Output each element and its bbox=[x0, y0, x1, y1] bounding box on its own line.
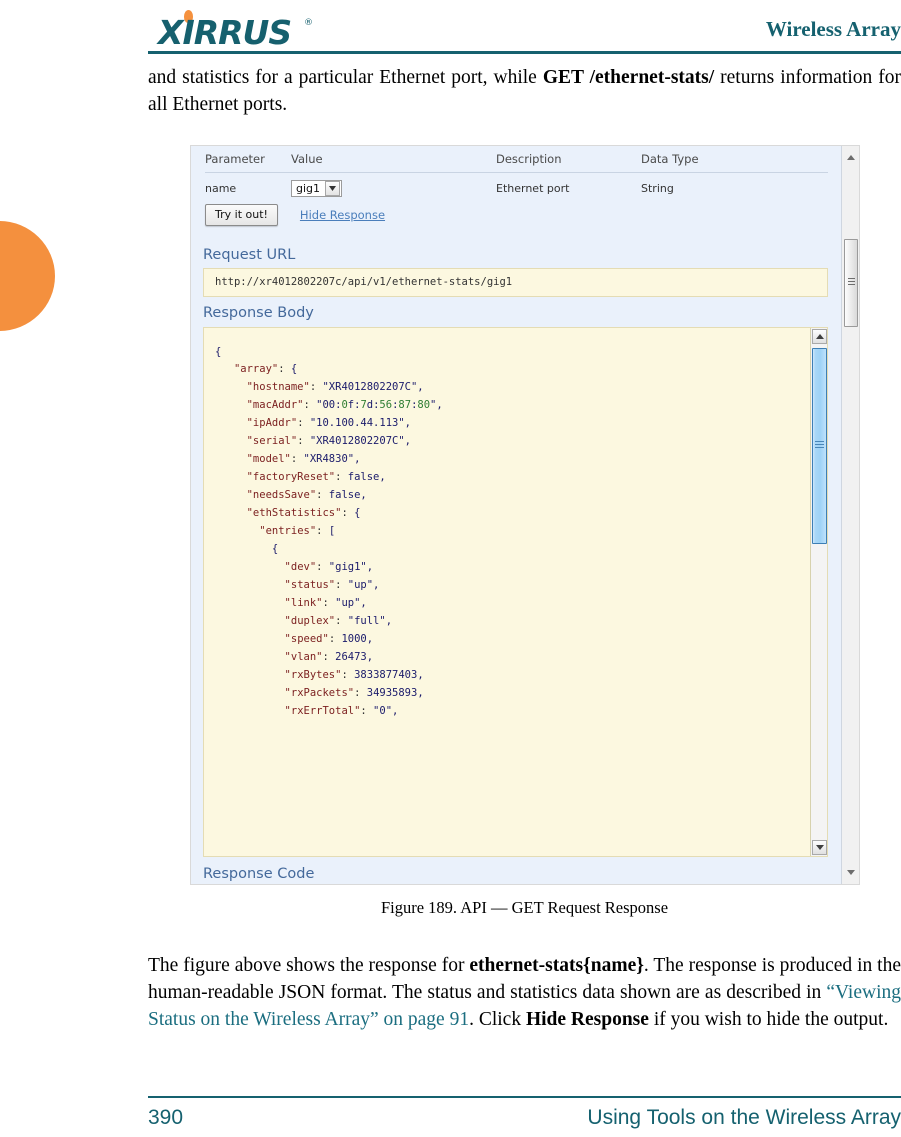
orange-edge-tab bbox=[0, 221, 55, 331]
scrollbar-grip-icon bbox=[815, 441, 824, 451]
port-name-select-value: gig1 bbox=[296, 181, 321, 195]
scrollbar-grip-icon bbox=[848, 278, 855, 288]
footer-section-title: Using Tools on the Wireless Array bbox=[587, 1106, 901, 1129]
column-header-value: Value bbox=[291, 152, 323, 166]
page-header-title: Wireless Array bbox=[765, 17, 901, 41]
column-header-data-type: Data Type bbox=[641, 152, 699, 166]
logo-wordmark: XIRRUS bbox=[158, 13, 292, 52]
swagger-scroll-area: Parameter Value Description Data Type na… bbox=[191, 146, 841, 884]
column-header-description: Description bbox=[496, 152, 562, 166]
response-body-textarea[interactable]: { "array": { "hostname": "XR4012802207C"… bbox=[203, 327, 828, 857]
port-name-select[interactable]: gig1 bbox=[291, 179, 343, 197]
parameter-name-cell: name bbox=[205, 181, 237, 195]
actions-row: Try it out! Hide Response bbox=[205, 204, 385, 226]
response-body-json: { "array": { "hostname": "XR4012802207C"… bbox=[215, 345, 443, 717]
parameter-value-cell: gig1 bbox=[291, 179, 496, 197]
response-body-scrollbar-thumb[interactable] bbox=[812, 348, 827, 544]
header-divider bbox=[148, 51, 901, 54]
response-body-scrollbar[interactable] bbox=[810, 328, 827, 856]
try-it-out-button[interactable]: Try it out! bbox=[205, 204, 278, 226]
figure-api-get-request-response: Parameter Value Description Data Type na… bbox=[190, 145, 860, 885]
request-url-value: http://xr4012802207c/api/v1/ethernet-sta… bbox=[215, 276, 513, 288]
parameter-table: Parameter Value Description Data Type na… bbox=[205, 152, 828, 203]
request-url-box: http://xr4012802207c/api/v1/ethernet-sta… bbox=[203, 268, 828, 297]
parameter-data-type-cell: String bbox=[641, 181, 674, 195]
scroll-up-button[interactable] bbox=[812, 329, 827, 344]
parameter-description-cell: Ethernet port bbox=[496, 181, 570, 195]
footer-divider bbox=[148, 1096, 901, 1098]
page-scrollbar-thumb[interactable] bbox=[844, 239, 858, 327]
logo-registered-mark: ® bbox=[304, 18, 313, 28]
figure-caption: Figure 189. API — GET Request Response bbox=[380, 898, 669, 917]
closing-paragraph: The figure above shows the response for … bbox=[148, 955, 901, 1030]
response-body-title: Response Body bbox=[203, 305, 314, 321]
triangle-up-icon bbox=[815, 334, 824, 339]
parameter-table-header: Parameter Value Description Data Type bbox=[205, 152, 828, 173]
page-scroll-down-icon[interactable] bbox=[847, 870, 855, 875]
xirrus-logo: XIRRUS ® bbox=[158, 8, 318, 52]
page-header: XIRRUS ® Wireless Array bbox=[0, 0, 901, 58]
response-code-title: Response Code bbox=[203, 866, 315, 882]
column-header-parameter: Parameter bbox=[205, 152, 265, 166]
table-row: name gig1 Ethernet port String bbox=[205, 173, 828, 203]
chevron-down-glyph bbox=[329, 185, 337, 191]
page-scroll-up-icon[interactable] bbox=[847, 155, 855, 160]
scroll-down-button[interactable] bbox=[812, 840, 827, 855]
triangle-down-icon bbox=[815, 845, 824, 850]
request-url-title: Request URL bbox=[203, 247, 296, 263]
intro-paragraph: and statistics for a particular Ethernet… bbox=[148, 67, 901, 115]
hide-response-link[interactable]: Hide Response bbox=[300, 208, 385, 222]
page-scrollbar[interactable] bbox=[841, 146, 859, 884]
footer-page-number: 390 bbox=[148, 1106, 184, 1129]
swagger-ui-panel: Parameter Value Description Data Type na… bbox=[190, 145, 860, 885]
chevron-down-icon[interactable] bbox=[325, 180, 341, 196]
